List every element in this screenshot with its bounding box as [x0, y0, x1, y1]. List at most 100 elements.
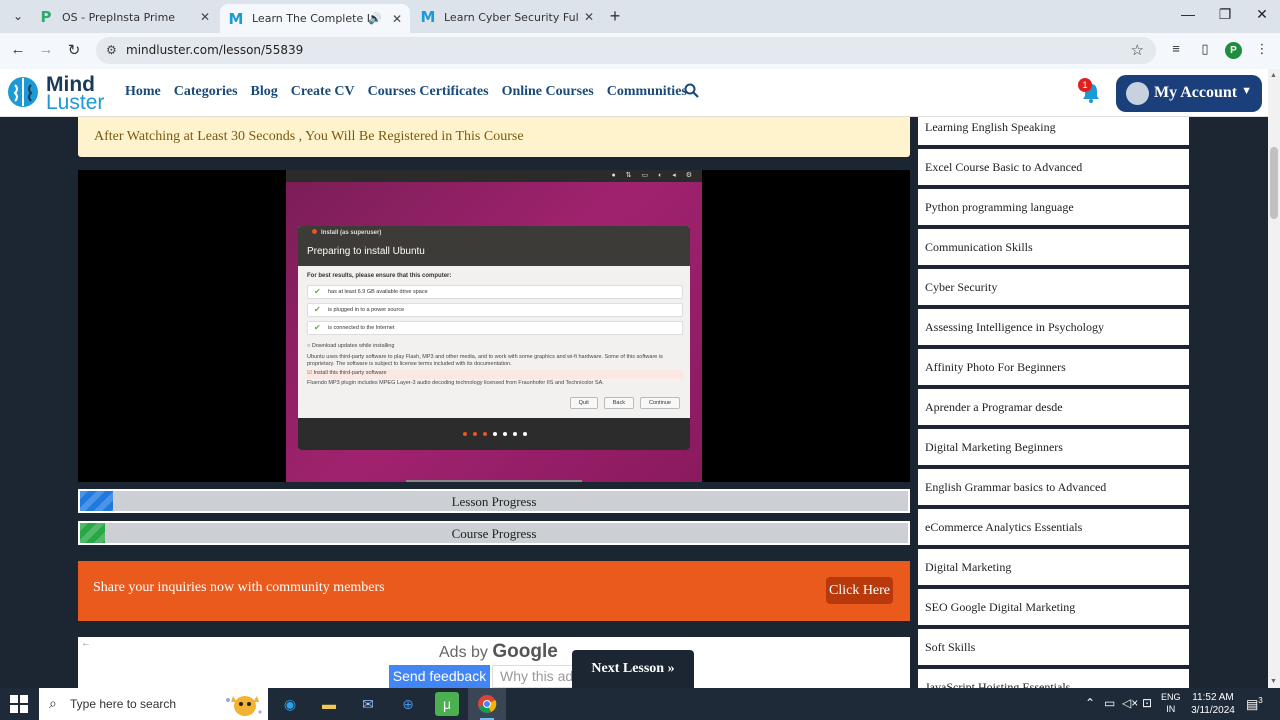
registration-notice: After Watching at Least 30 Seconds , You…	[78, 117, 910, 157]
tab-close-icon[interactable]: ✕	[584, 10, 594, 24]
nav-create-cv[interactable]: Create CV	[291, 84, 355, 100]
file-explorer-icon[interactable]: ▬	[317, 692, 341, 716]
next-lesson-button[interactable]: Next Lesson »	[572, 650, 694, 688]
scrollbar-thumb[interactable]	[1270, 147, 1278, 219]
installer-heading: Preparing to install Ubuntu	[307, 246, 425, 257]
click-here-button[interactable]: Click Here	[826, 577, 893, 604]
sidebar-course-item[interactable]: Digital Marketing Beginners	[918, 429, 1189, 465]
scroll-down-icon[interactable]: ▼	[1270, 678, 1277, 685]
taskbar-search-box[interactable]: ⌕ Type here to search	[39, 688, 268, 720]
sidebar-course-item[interactable]: JavaScript Hoisting Essentials	[918, 669, 1189, 688]
bookmark-star-icon[interactable]: ☆	[1131, 41, 1144, 59]
video-player[interactable]: ● ⇅ ▭ ◐ ◂ ⚙ Install (as superuser) Prepa…	[78, 170, 910, 482]
installer-buttons: Quit Back Continue	[569, 397, 680, 409]
installer-quit-button: Quit	[569, 397, 598, 409]
check-row: ✔ is connected to the Internet	[307, 321, 683, 335]
volume-muted-icon[interactable]: ◁×	[1122, 696, 1138, 710]
search-icon[interactable]	[684, 83, 699, 102]
tray-overflow-icon[interactable]: ⌃	[1085, 696, 1095, 710]
nav-home[interactable]: Home	[125, 84, 161, 100]
side-panel-icon[interactable]: ▯	[1196, 41, 1214, 57]
mail-icon[interactable]: ✉	[356, 692, 380, 716]
nav-online-courses[interactable]: Online Courses	[502, 84, 594, 100]
notification-center-icon[interactable]: ▤3	[1246, 696, 1263, 712]
url-field[interactable]: ⚙ mindluster.com/lesson/55839 ☆	[96, 37, 1156, 64]
third-party-text: Ubuntu uses third-party software to play…	[307, 354, 663, 367]
sidebar-course-item[interactable]: Cyber Security	[918, 269, 1189, 305]
windows-taskbar: ⌕ Type here to search ◉ ▬ ✉ ⊕ μ ⌃ ▭ ◁× ⊡…	[0, 688, 1280, 720]
my-account-button[interactable]: My Account ▼	[1116, 75, 1262, 112]
notification-count-badge: 1	[1078, 78, 1092, 92]
tab-linux-course[interactable]: M Learn The Complete Linux C 🔊 ✕	[220, 4, 410, 33]
notice-text: After Watching at Least 30 Seconds , You…	[94, 129, 524, 144]
taskbar-clock[interactable]: 11:52 AM 3/11/2024	[1190, 691, 1236, 717]
close-window-icon[interactable]: ✕	[1252, 6, 1272, 23]
caret-down-icon: ▼	[1241, 85, 1252, 97]
browser-menu-icon[interactable]: ⋮	[1253, 41, 1271, 57]
nav-communities[interactable]: Communities	[607, 84, 687, 100]
page-scrollbar[interactable]: ▲ ▼	[1268, 69, 1280, 688]
my-account-label: My Account	[1154, 84, 1238, 101]
profile-avatar[interactable]: P	[1225, 42, 1242, 59]
chrome-taskbar-active[interactable]	[468, 688, 506, 720]
sidebar-course-item[interactable]: Affinity Photo For Beginners	[918, 349, 1189, 385]
why-this-ad-button[interactable]: Why this ad?	[492, 665, 574, 688]
new-tab-icon[interactable]: +	[606, 6, 624, 27]
tab-search-dropdown-icon[interactable]: ⌄	[8, 6, 28, 26]
installer-continue-button: Continue	[639, 397, 680, 409]
tab-close-icon[interactable]: ✕	[200, 10, 210, 24]
tab-close-icon[interactable]: ✕	[392, 12, 402, 26]
restore-icon[interactable]: ❐	[1215, 6, 1235, 23]
sidebar-course-item[interactable]: English Grammar basics to Advanced	[918, 469, 1189, 505]
url-text[interactable]: mindluster.com/lesson/55839	[126, 43, 303, 57]
course-progress-label: Course Progress	[451, 526, 537, 541]
battery-icon[interactable]: ▭	[1104, 696, 1115, 710]
site-info-icon[interactable]: ⚙	[106, 43, 117, 57]
third-party-option: ☑ Install this third-party software	[307, 370, 683, 379]
main-nav: Home Categories Blog Create CV Courses C…	[125, 84, 700, 100]
search-icon: ⌕	[49, 695, 57, 711]
minimize-icon[interactable]: —	[1178, 6, 1198, 22]
lesson-progress-bar: Lesson Progress	[78, 489, 910, 513]
sidebar-course-item[interactable]: Soft Skills	[918, 629, 1189, 665]
tab-title: Learn Cyber Security Full course	[444, 10, 578, 24]
chrome-icon	[478, 695, 497, 713]
scroll-up-icon[interactable]: ▲	[1270, 72, 1277, 79]
installer-intro: For best results, please ensure that thi…	[307, 273, 452, 279]
audio-playing-icon[interactable]: 🔊	[368, 12, 382, 25]
nav-blog[interactable]: Blog	[251, 84, 278, 100]
sidebar-course-item[interactable]: Digital Marketing	[918, 549, 1189, 585]
windows-start-icon[interactable]	[10, 695, 28, 713]
store-icon[interactable]: ⊕	[396, 692, 420, 716]
ad-box: ← Ads by Google Send feedback Why this a…	[78, 637, 910, 688]
course-progress-bar: Course Progress	[78, 521, 910, 545]
edge-icon[interactable]: ◉	[278, 692, 302, 716]
check-icon: ✔	[314, 323, 321, 332]
forward-icon[interactable]: →	[36, 41, 56, 58]
inquiry-message: Share your inquiries now with community …	[93, 580, 385, 595]
tab-prepinsta[interactable]: P OS - PrepInsta Prime ✕	[30, 4, 218, 30]
network-icon[interactable]: ⊡	[1142, 696, 1152, 710]
reading-list-icon[interactable]: ≡	[1167, 41, 1185, 56]
sidebar-course-item[interactable]: Communication Skills	[918, 229, 1189, 265]
sidebar-course-item[interactable]: Assessing Intelligence in Psychology	[918, 309, 1189, 345]
sidebar-course-item[interactable]: Python programming language	[918, 189, 1189, 225]
nav-categories[interactable]: Categories	[174, 84, 238, 100]
third-party-note: Fluendo MP3 plugin includes MPEG Layer-3…	[307, 380, 604, 386]
sidebar-course-item[interactable]: Aprender a Programar desde	[918, 389, 1189, 425]
send-feedback-button[interactable]: Send feedback	[389, 665, 490, 688]
sidebar-course-item[interactable]: eCommerce Analytics Essentials	[918, 509, 1189, 545]
reload-icon[interactable]: ↻	[64, 41, 84, 59]
nav-courses-certificates[interactable]: Courses Certificates	[368, 84, 489, 100]
ad-back-icon[interactable]: ←	[81, 638, 91, 649]
video-timeline[interactable]	[406, 480, 582, 482]
check-row: ✔ has at least 6.9 GB available drive sp…	[307, 285, 683, 299]
sidebar-course-item[interactable]: SEO Google Digital Marketing	[918, 589, 1189, 625]
language-indicator[interactable]: ENG IN	[1161, 691, 1181, 715]
back-icon[interactable]: ←	[8, 41, 28, 58]
sidebar-course-item[interactable]: Learning English Speaking	[918, 117, 1189, 145]
utorrent-icon[interactable]: μ	[435, 692, 459, 716]
mindluster-logo[interactable]: Mind Luster	[6, 73, 104, 113]
sidebar-course-item[interactable]: Excel Course Basic to Advanced	[918, 149, 1189, 185]
tab-cyber-security[interactable]: M Learn Cyber Security Full course ✕	[412, 4, 602, 30]
